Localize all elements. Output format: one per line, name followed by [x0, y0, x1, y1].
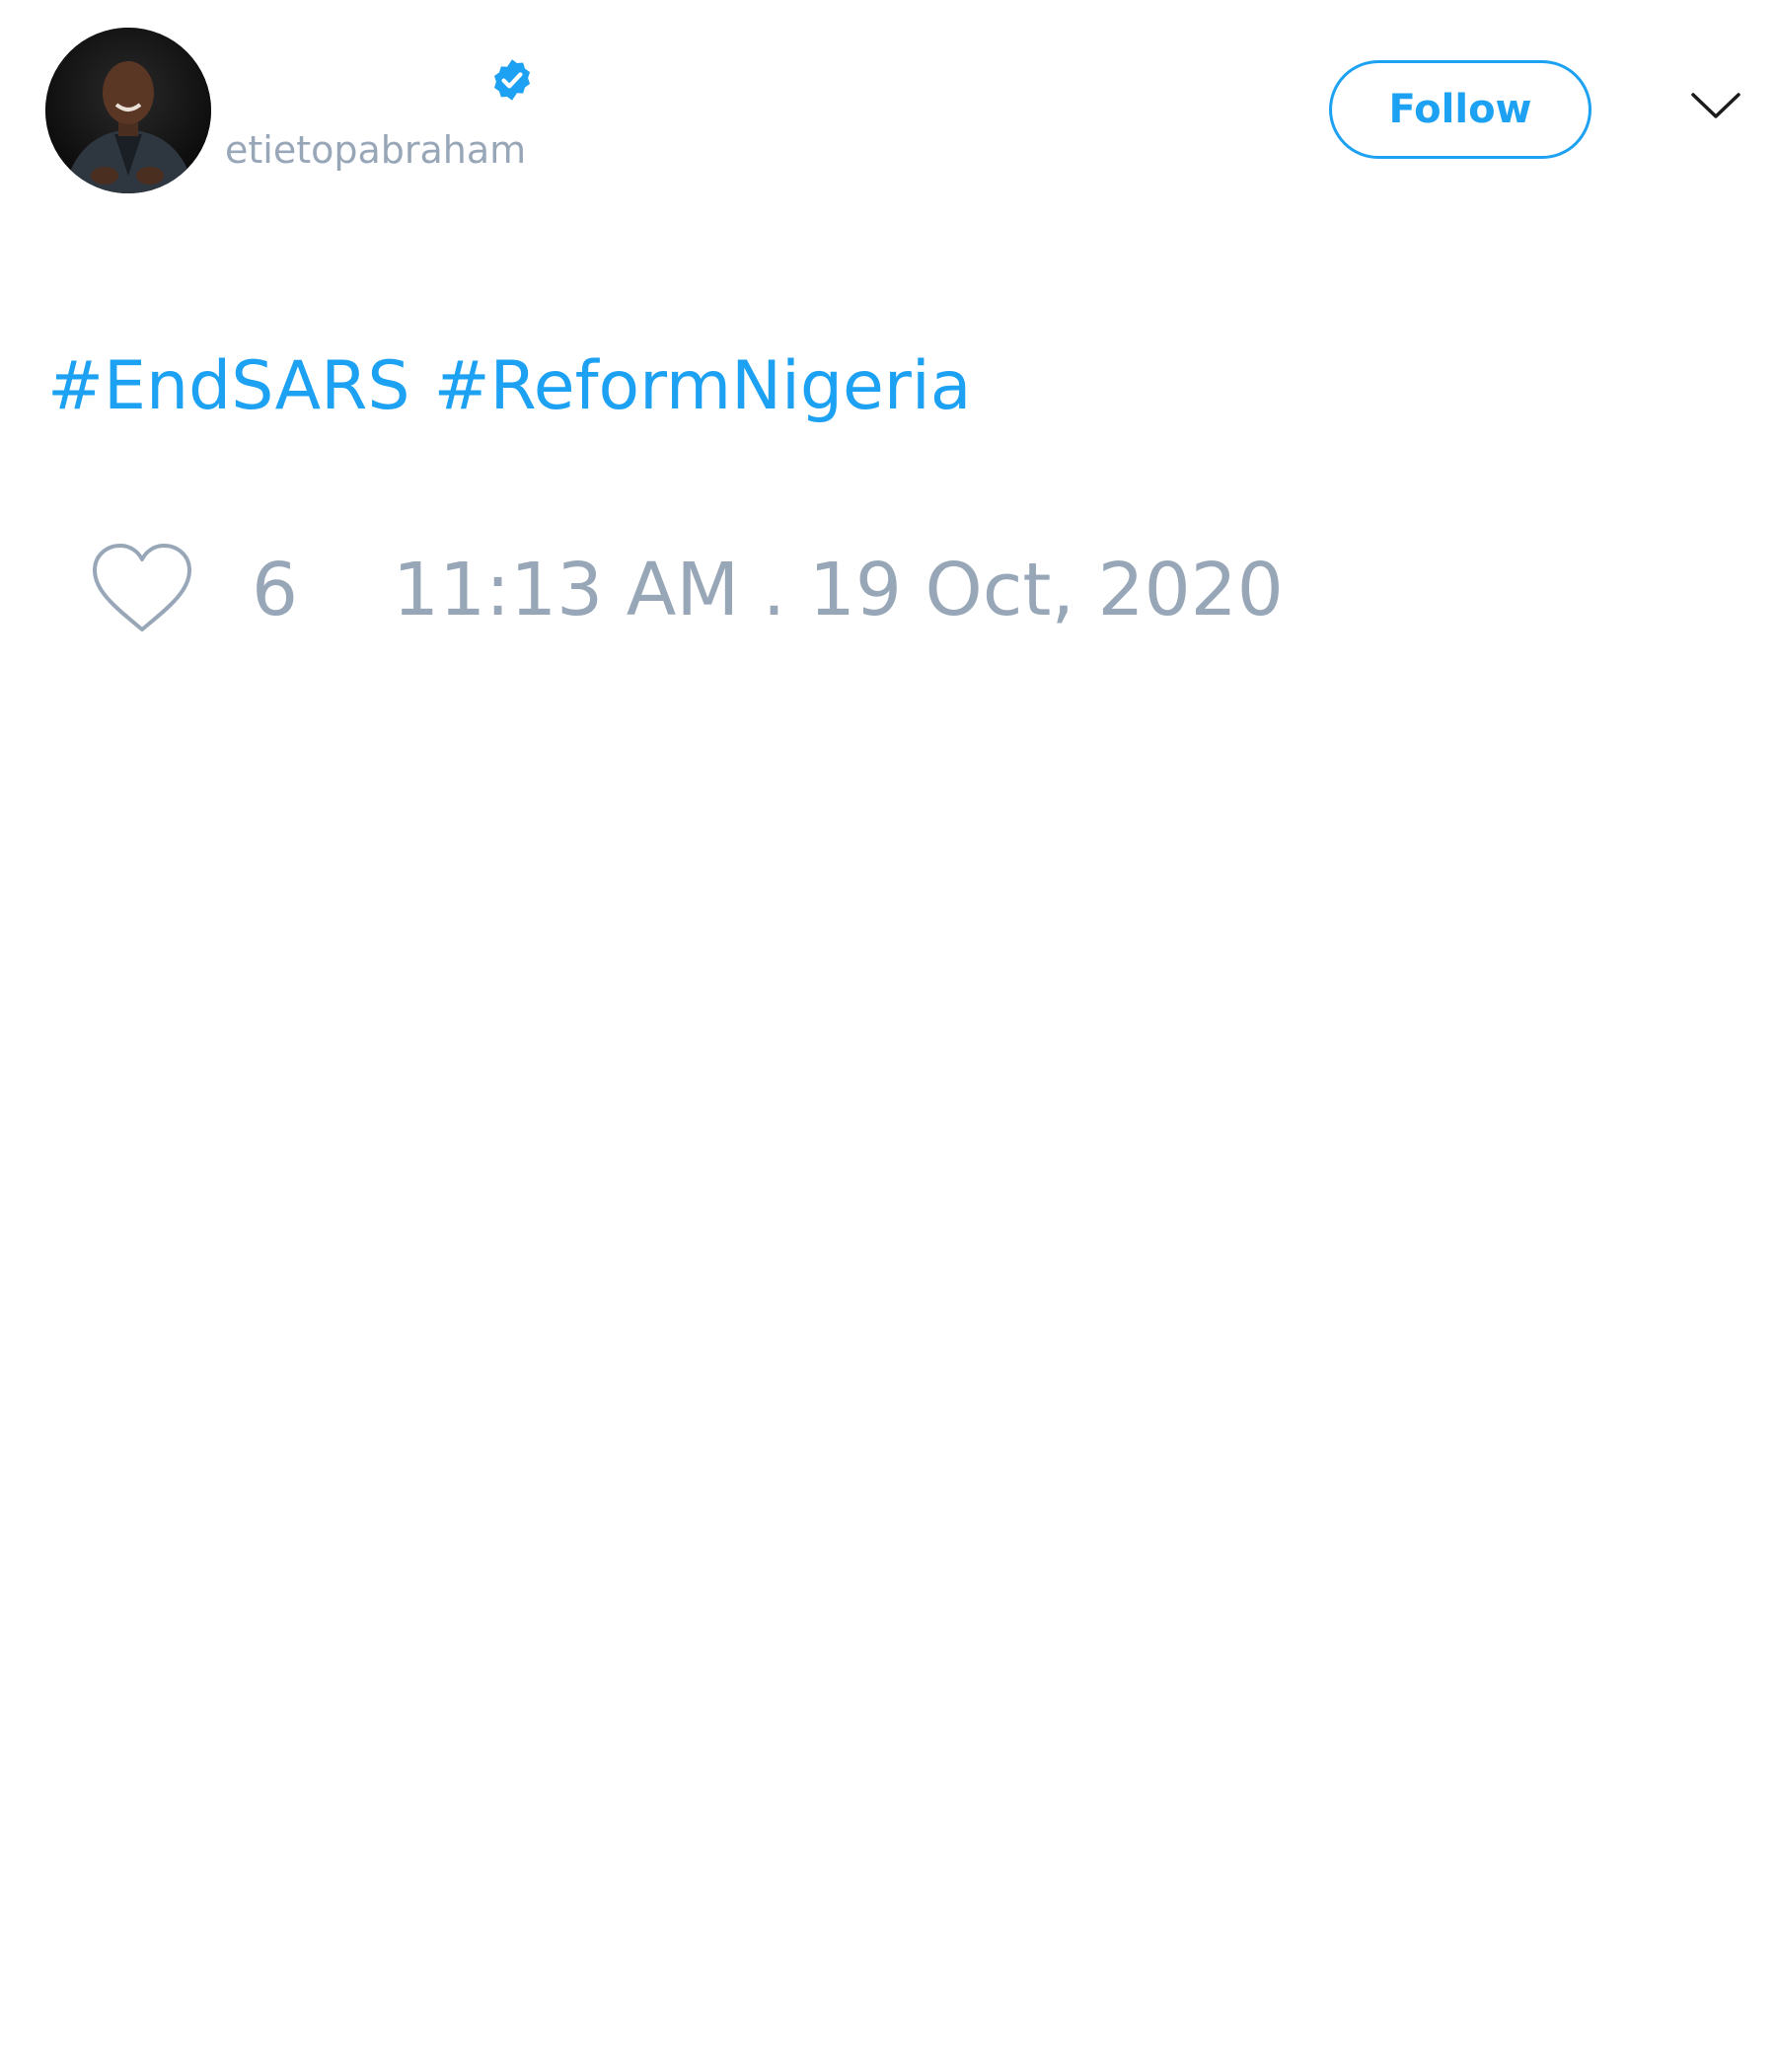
verified-badge-icon — [493, 59, 531, 101]
avatar-photo — [45, 28, 211, 193]
hashtag-link[interactable]: #EndSARS — [47, 347, 410, 425]
chevron-down-icon[interactable] — [1689, 89, 1742, 122]
avatar[interactable] — [45, 28, 211, 193]
tweet-timestamp[interactable]: 11:13 AM . 19 Oct, 2020 — [393, 549, 1284, 631]
author-handle[interactable]: etietopabraham — [225, 126, 526, 174]
hashtag-link[interactable]: #ReformNigeria — [434, 347, 972, 425]
tweet-text: #EndSARS #ReformNigeria — [47, 345, 971, 428]
heart-outline-icon[interactable] — [89, 541, 195, 635]
follow-button[interactable]: Follow — [1329, 60, 1591, 159]
like-count: 6 — [252, 548, 299, 632]
tweet-card: etietopabraham Follow #EndSARS #ReformNig… — [0, 0, 1776, 2072]
